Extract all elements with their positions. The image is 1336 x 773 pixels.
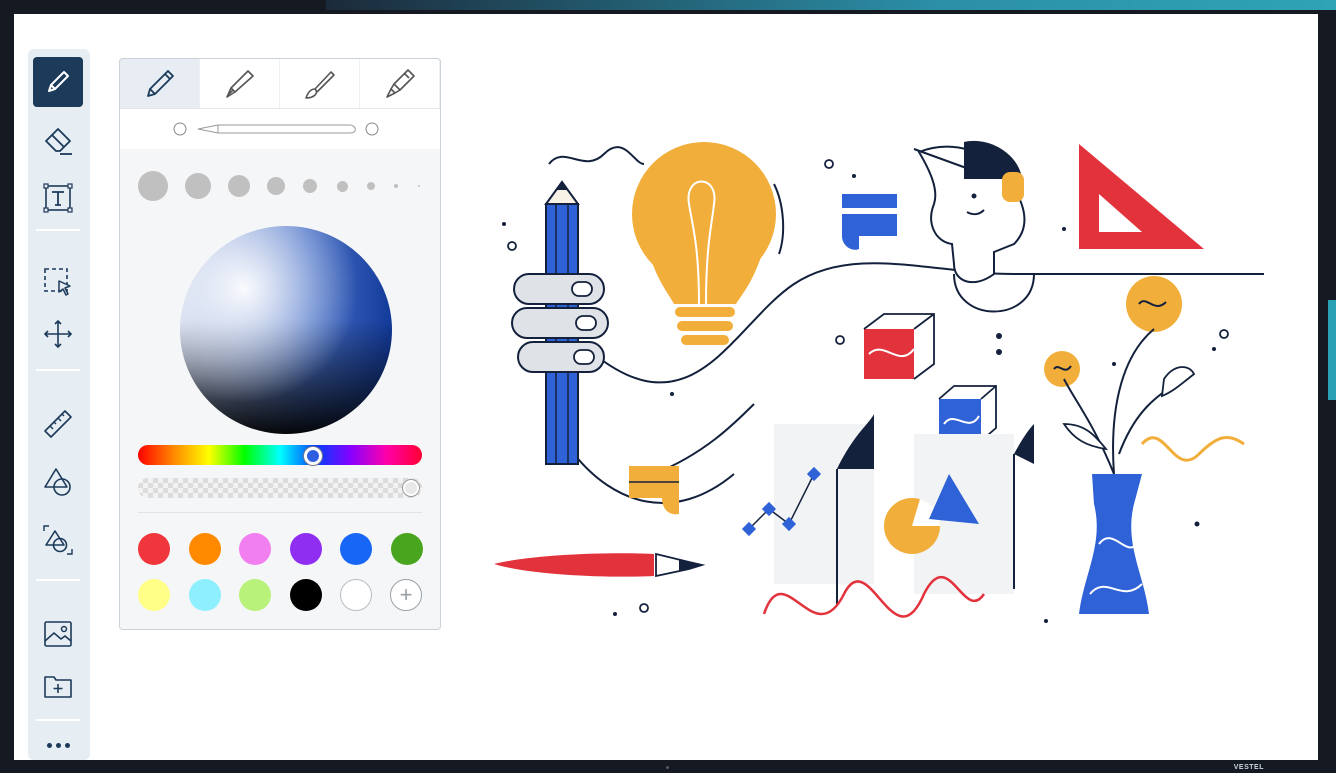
panel-divider bbox=[138, 512, 422, 513]
ruler-tool-button[interactable] bbox=[32, 401, 84, 447]
yellow-squiggle bbox=[1140, 435, 1245, 462]
color-swatch[interactable] bbox=[340, 533, 372, 565]
shape-recognize-icon bbox=[43, 525, 73, 555]
pen-icon bbox=[48, 71, 69, 92]
more-button[interactable] bbox=[32, 725, 84, 760]
front-camera bbox=[666, 766, 669, 769]
shapes-icon bbox=[44, 468, 71, 496]
plus-icon: + bbox=[399, 582, 413, 607]
yellow-circle-shape bbox=[1126, 276, 1182, 332]
color-swatch[interactable] bbox=[340, 579, 372, 611]
ruler-icon bbox=[44, 410, 72, 438]
size-option[interactable] bbox=[138, 171, 168, 201]
connector-line bbox=[653, 403, 755, 475]
whiteboard-screen[interactable]: + bbox=[14, 14, 1318, 760]
text-box-icon bbox=[43, 183, 73, 213]
toolbar-separator bbox=[36, 719, 80, 721]
add-folder-icon bbox=[44, 676, 72, 698]
pen-tool-button[interactable] bbox=[33, 57, 83, 107]
shapes-tool-button[interactable] bbox=[32, 459, 84, 505]
brush-tab[interactable] bbox=[280, 59, 360, 108]
pen-type-tabs bbox=[120, 59, 440, 109]
open-folder-button[interactable] bbox=[32, 663, 84, 709]
opacity-slider[interactable] bbox=[138, 478, 422, 498]
pencil-icon bbox=[146, 69, 174, 97]
toolbar-separator bbox=[36, 229, 80, 231]
shape-recognition-button[interactable] bbox=[32, 517, 84, 563]
color-swatch[interactable] bbox=[289, 533, 322, 565]
brush-icon bbox=[304, 70, 335, 99]
move-arrows-icon bbox=[43, 319, 73, 349]
color-swatch[interactable] bbox=[188, 579, 221, 611]
background-accent bbox=[326, 0, 1336, 10]
pen-stroke-preview bbox=[120, 109, 440, 149]
person-illustration bbox=[913, 140, 1035, 355]
color-swatch[interactable] bbox=[239, 533, 271, 565]
more-dots-icon bbox=[46, 742, 70, 748]
fountain-pen-icon bbox=[225, 69, 254, 98]
pencil-preview-icon bbox=[173, 122, 379, 136]
yellow-note-shape bbox=[629, 466, 679, 515]
size-option[interactable] bbox=[394, 184, 398, 188]
vase-illustration bbox=[1062, 328, 1196, 614]
pen-settings-panel: + bbox=[119, 58, 441, 630]
color-swatch[interactable] bbox=[390, 533, 423, 565]
brand-label: VESTEL bbox=[1233, 764, 1264, 771]
eraser-tool-button[interactable] bbox=[32, 117, 84, 163]
set-square-illustration bbox=[1079, 144, 1204, 249]
highlighter-tab[interactable] bbox=[360, 59, 440, 108]
size-option[interactable] bbox=[267, 177, 285, 195]
color-swatch[interactable] bbox=[289, 579, 322, 611]
tool-sidebar bbox=[28, 49, 90, 760]
color-swatch[interactable] bbox=[138, 579, 170, 611]
move-tool-button[interactable] bbox=[32, 311, 84, 357]
size-option[interactable] bbox=[337, 181, 348, 192]
size-option[interactable] bbox=[303, 179, 317, 193]
pencil-tab[interactable] bbox=[120, 59, 200, 108]
black-flag-shape bbox=[1014, 424, 1034, 464]
image-icon bbox=[44, 621, 72, 647]
lightbulb-illustration bbox=[632, 142, 785, 347]
connector-line bbox=[548, 146, 645, 165]
whiteboard-illustration bbox=[494, 140, 1264, 623]
color-swatch[interactable] bbox=[138, 533, 170, 565]
size-option[interactable] bbox=[418, 185, 420, 187]
toolbar-separator bbox=[36, 369, 80, 371]
color-swatch[interactable] bbox=[188, 533, 221, 565]
hue-slider-handle[interactable] bbox=[304, 447, 322, 465]
blue-flag-shape bbox=[842, 194, 897, 250]
color-swatch[interactable] bbox=[239, 579, 271, 611]
eraser-icon bbox=[45, 128, 72, 155]
size-option[interactable] bbox=[228, 175, 250, 197]
toolbar-separator bbox=[36, 579, 80, 581]
text-tool-button[interactable] bbox=[32, 175, 84, 221]
hue-slider[interactable] bbox=[138, 445, 422, 465]
background-accent-right bbox=[1328, 300, 1336, 400]
opacity-slider-handle[interactable] bbox=[403, 480, 419, 496]
color-picker-wheel[interactable] bbox=[180, 226, 392, 434]
insert-image-button[interactable] bbox=[32, 611, 84, 657]
size-option[interactable] bbox=[185, 173, 211, 199]
blue-cube-illustration bbox=[938, 385, 997, 442]
paintbrush-illustration bbox=[494, 552, 706, 578]
pencil-illustration bbox=[511, 180, 609, 465]
size-option[interactable] bbox=[367, 182, 375, 190]
lasso-select-icon bbox=[44, 268, 71, 296]
select-tool-button[interactable] bbox=[32, 259, 84, 305]
red-cube-illustration bbox=[863, 313, 935, 380]
stroke-size-selector bbox=[138, 171, 428, 201]
highlighter-icon bbox=[385, 68, 415, 98]
fountain-pen-tab[interactable] bbox=[200, 59, 280, 108]
add-color-button[interactable]: + bbox=[390, 579, 422, 611]
